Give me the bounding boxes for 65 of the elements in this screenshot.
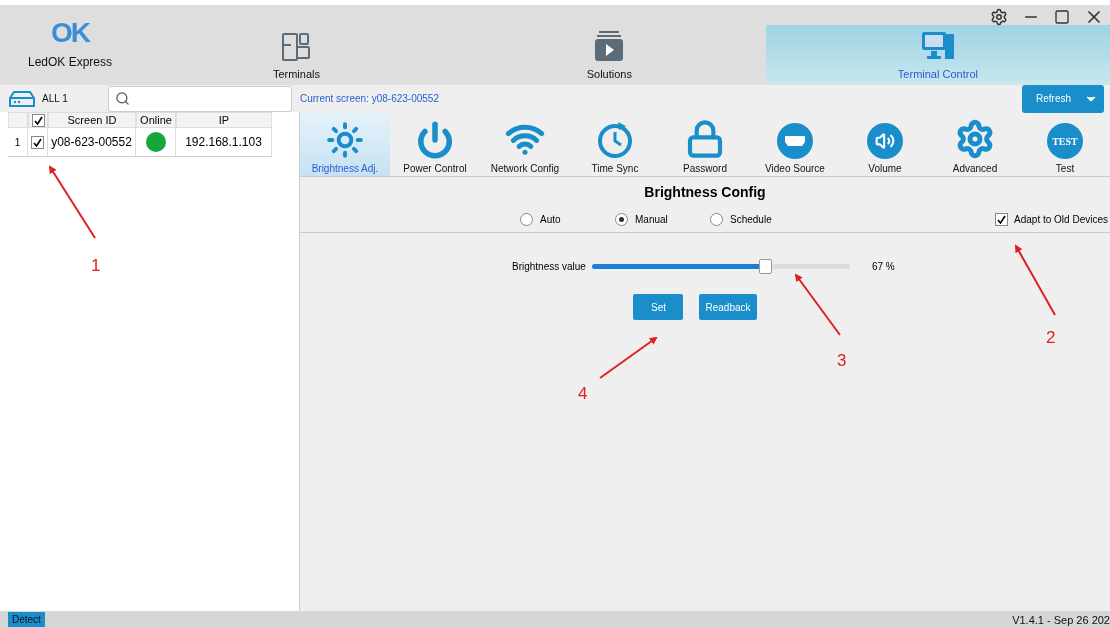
- slider-reading: 67 %: [871, 261, 895, 272]
- action-button[interactable]: Set: [633, 294, 684, 320]
- function-tab[interactable]: Power Control: [390, 112, 480, 176]
- section-title: Brightness Config: [643, 183, 767, 202]
- mode-radio[interactable]: Schedule: [710, 212, 805, 226]
- annotation-arrow: [1015, 244, 1056, 316]
- hdmi-icon: [777, 123, 813, 159]
- search-icon: [115, 91, 130, 106]
- logo: OK: [51, 19, 89, 47]
- annotation-arrow: [599, 336, 658, 379]
- function-tab[interactable]: Video Source: [750, 112, 840, 176]
- mode-radio[interactable]: Auto: [520, 212, 615, 226]
- annotation-number: 3: [837, 351, 847, 371]
- brightness-slider[interactable]: [591, 259, 850, 274]
- radio-icon[interactable]: [710, 212, 723, 226]
- column-header[interactable]: Screen ID: [48, 112, 136, 128]
- app-name: LedOK Express: [27, 55, 112, 69]
- lock-icon: [685, 119, 725, 159]
- layout-icon: [281, 32, 312, 62]
- column-header[interactable]: Online: [136, 112, 176, 128]
- radio-icon[interactable]: [615, 212, 628, 226]
- play-icon: [593, 30, 626, 62]
- test-icon: TEST: [1047, 123, 1083, 159]
- annotation-number: 4: [578, 384, 588, 404]
- group-label: ALL 1: [42, 93, 69, 104]
- annotation-number: 1: [91, 256, 101, 276]
- action-button[interactable]: Readback: [699, 294, 757, 320]
- function-tab[interactable]: Brightness Adj.: [300, 112, 390, 176]
- current-screen-label: Current screen: y08-623-00552: [300, 93, 440, 104]
- nav-tab[interactable]: Terminals: [140, 5, 453, 85]
- table-cell: 192.168.1.103: [176, 128, 272, 157]
- function-tab[interactable]: TEST Test: [1020, 112, 1110, 176]
- header-checkbox[interactable]: [31, 113, 45, 127]
- clock-icon: [596, 121, 634, 159]
- slider-label: Brightness value: [512, 261, 586, 272]
- power-icon: [416, 121, 454, 159]
- gear-icon: [955, 119, 995, 159]
- radio-icon[interactable]: [520, 212, 533, 226]
- function-tab[interactable]: Network Config: [480, 112, 570, 176]
- function-tab[interactable]: Advanced: [930, 112, 1020, 176]
- refresh-button[interactable]: Refresh: [1022, 84, 1104, 113]
- maximize-icon[interactable]: [1054, 9, 1070, 25]
- search-field[interactable]: [108, 85, 292, 112]
- speaker-icon: [867, 123, 903, 159]
- device-icon: [8, 89, 36, 108]
- table-cell: y08-623-00552: [48, 128, 136, 157]
- function-tab[interactable]: Time Sync: [570, 112, 660, 176]
- adapt-checkbox[interactable]: Adapt to Old Devices: [995, 212, 1110, 226]
- sun-icon: [326, 121, 364, 159]
- row-number: 1: [8, 128, 28, 157]
- annotation-number: 2: [1046, 328, 1056, 348]
- computer-icon: [920, 30, 955, 62]
- row-checkbox[interactable]: [31, 135, 44, 149]
- slider-thumb[interactable]: [758, 259, 772, 274]
- nav-tab[interactable]: Terminal Control: [765, 25, 1110, 85]
- mode-radio[interactable]: Manual: [615, 212, 710, 226]
- checkbox-icon[interactable]: [995, 212, 1009, 226]
- version-label: V1.4.1 - Sep 26 202: [1012, 613, 1110, 626]
- function-tab[interactable]: Volume: [840, 112, 930, 176]
- detect-button[interactable]: Detect: [8, 612, 45, 627]
- function-tab[interactable]: Password: [660, 112, 750, 176]
- nav-tab[interactable]: Solutions: [452, 5, 766, 85]
- annotation-arrow: [794, 273, 841, 336]
- settings-icon[interactable]: [990, 8, 1008, 26]
- column-header[interactable]: IP: [176, 112, 272, 128]
